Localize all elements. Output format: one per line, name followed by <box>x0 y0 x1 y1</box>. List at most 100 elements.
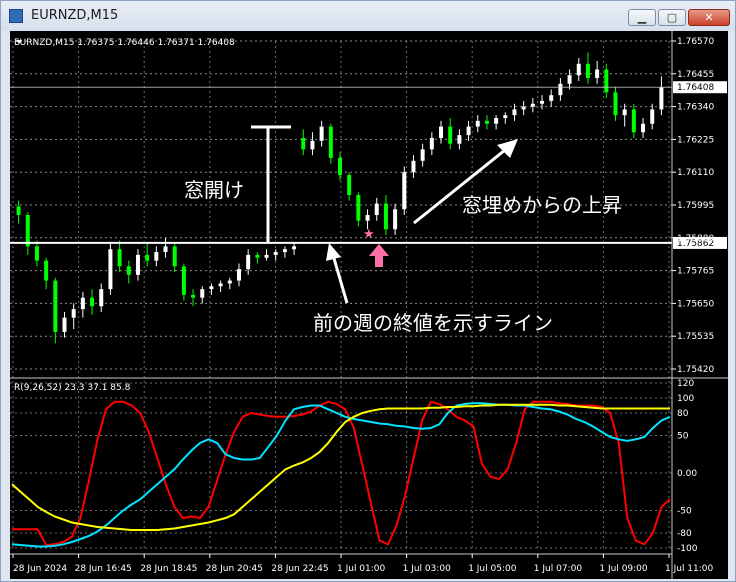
candle-body <box>227 280 232 284</box>
prev-week-close-label: 前の週の終値を示すライン <box>313 311 553 335</box>
candle-body <box>126 266 131 275</box>
time-tick-label: 28 Jun 16:45 <box>75 564 132 574</box>
candle-body <box>484 120 489 124</box>
candle-body <box>659 87 664 110</box>
candle-body <box>576 63 581 76</box>
candle-body <box>448 126 453 144</box>
candle-body <box>439 126 444 138</box>
candle-body <box>595 69 600 79</box>
star-icon: ★ <box>363 227 375 242</box>
maximize-button[interactable]: ▢ <box>658 9 686 26</box>
time-tick-label: 28 Jun 22:45 <box>271 564 328 574</box>
candle-body <box>172 246 177 267</box>
indicator-tick-label: 100 <box>677 394 694 404</box>
candle-body <box>53 280 58 332</box>
candle-body <box>328 126 333 158</box>
candle-body <box>292 246 297 250</box>
candle-body <box>613 92 618 116</box>
candle-body <box>80 297 85 310</box>
candle-body <box>90 297 95 307</box>
candle-body <box>567 75 572 84</box>
time-tick-label: 28 Jun 18:45 <box>140 564 197 574</box>
window-title: EURNZD,M15 <box>31 8 119 23</box>
candle-body <box>209 286 214 290</box>
candle-body <box>145 254 150 261</box>
candle-body <box>16 206 21 215</box>
candle-body <box>604 69 609 93</box>
title-bar[interactable]: EURNZD,M15 ▁ ▢ ✕ <box>1 1 735 31</box>
time-tick-label: 1 Jul 09:00 <box>599 564 648 574</box>
candle-body <box>631 109 636 133</box>
candle-body <box>475 120 480 127</box>
indicator-tick-label: 80 <box>677 409 689 419</box>
candle-body <box>154 252 159 261</box>
price-tick-label: 1.76110 <box>677 168 714 178</box>
candle-body <box>338 157 342 176</box>
candle-body <box>246 254 251 270</box>
candle-body <box>549 95 554 101</box>
time-tick-label: 1 Jul 11:00 <box>665 564 714 574</box>
price-tick-label: 1.75880 <box>677 234 714 244</box>
price-tick-label: 1.76455 <box>677 70 714 80</box>
close-button[interactable]: ✕ <box>688 9 730 26</box>
price-panel-header: EURNZD,M15 1.76375 1.76446 1.76371 1.764… <box>14 38 235 48</box>
candle-body <box>512 109 517 116</box>
candle-body <box>650 109 655 124</box>
price-tick-label: 1.75420 <box>677 365 714 375</box>
candle-body <box>466 126 471 136</box>
time-tick-label: 1 Jul 01:00 <box>337 564 386 574</box>
candle-body <box>641 123 646 133</box>
time-tick-label: 28 Jun 20:45 <box>206 564 263 574</box>
indicator-tick-label: 120 <box>677 379 694 389</box>
time-tick-label: 1 Jul 05:00 <box>468 564 517 574</box>
candle-body <box>457 135 462 144</box>
gap-fill-rise-label: 窓埋めからの上昇 <box>462 193 622 217</box>
candle-body <box>282 249 287 253</box>
candle-body <box>255 254 260 258</box>
candle-body <box>264 254 269 258</box>
candle-body <box>163 246 168 253</box>
candle-body <box>218 283 223 287</box>
candle-body <box>429 137 434 150</box>
candle-body <box>310 140 315 150</box>
minimize-button[interactable]: ▁ <box>628 9 656 26</box>
candle-body <box>71 309 76 318</box>
candle-body <box>319 126 324 141</box>
candle-body <box>347 175 352 196</box>
candle-body <box>503 115 508 119</box>
price-tick-label: 1.75535 <box>677 332 714 342</box>
candle-body <box>34 246 39 261</box>
candle-body <box>383 203 388 230</box>
candle-body <box>540 100 545 104</box>
candle-body <box>558 83 563 96</box>
candle-body <box>135 254 140 275</box>
candle-body <box>585 63 590 79</box>
app-icon <box>9 9 23 23</box>
chart-area[interactable]: 1.76408 1.75862 1.76570 1.76455 1.76340 1.76… <box>10 31 728 579</box>
candle-body <box>236 269 241 281</box>
indicator-tick-label: -100 <box>677 544 698 554</box>
indicator-tick-label: -80 <box>677 529 692 539</box>
indicator-tick-label: 0.00 <box>677 469 697 479</box>
indicator-tick-label: 50 <box>677 432 689 442</box>
candle-body <box>99 289 104 307</box>
candle-body <box>393 209 398 230</box>
candle-body <box>494 118 499 124</box>
candle-body <box>402 172 407 210</box>
candle-body <box>191 294 196 298</box>
time-tick-label: 1 Jul 03:00 <box>403 564 452 574</box>
price-tick-label: 1.76570 <box>677 37 714 47</box>
price-tick-label: 1.75995 <box>677 201 714 211</box>
candle-body <box>200 289 205 298</box>
candle-body <box>420 149 425 161</box>
candle-body <box>374 203 379 215</box>
indicator-tick-label: -50 <box>677 507 692 517</box>
time-tick-label: 1 Jul 07:00 <box>534 564 583 574</box>
chart-canvas[interactable]: 1.764081.75862 1.765701.764551.763401.76… <box>10 31 728 579</box>
terminal-window: EURNZD,M15 ▁ ▢ ✕ 1.76408 1.75862 1.76570 1… <box>0 0 736 582</box>
indicator-panel-header: R(9,26,52) 23.3 37.1 85.8 <box>14 383 131 393</box>
candle-body <box>273 252 278 255</box>
candle-body <box>62 317 67 332</box>
candle-body <box>622 109 627 116</box>
candle-body <box>117 249 122 267</box>
